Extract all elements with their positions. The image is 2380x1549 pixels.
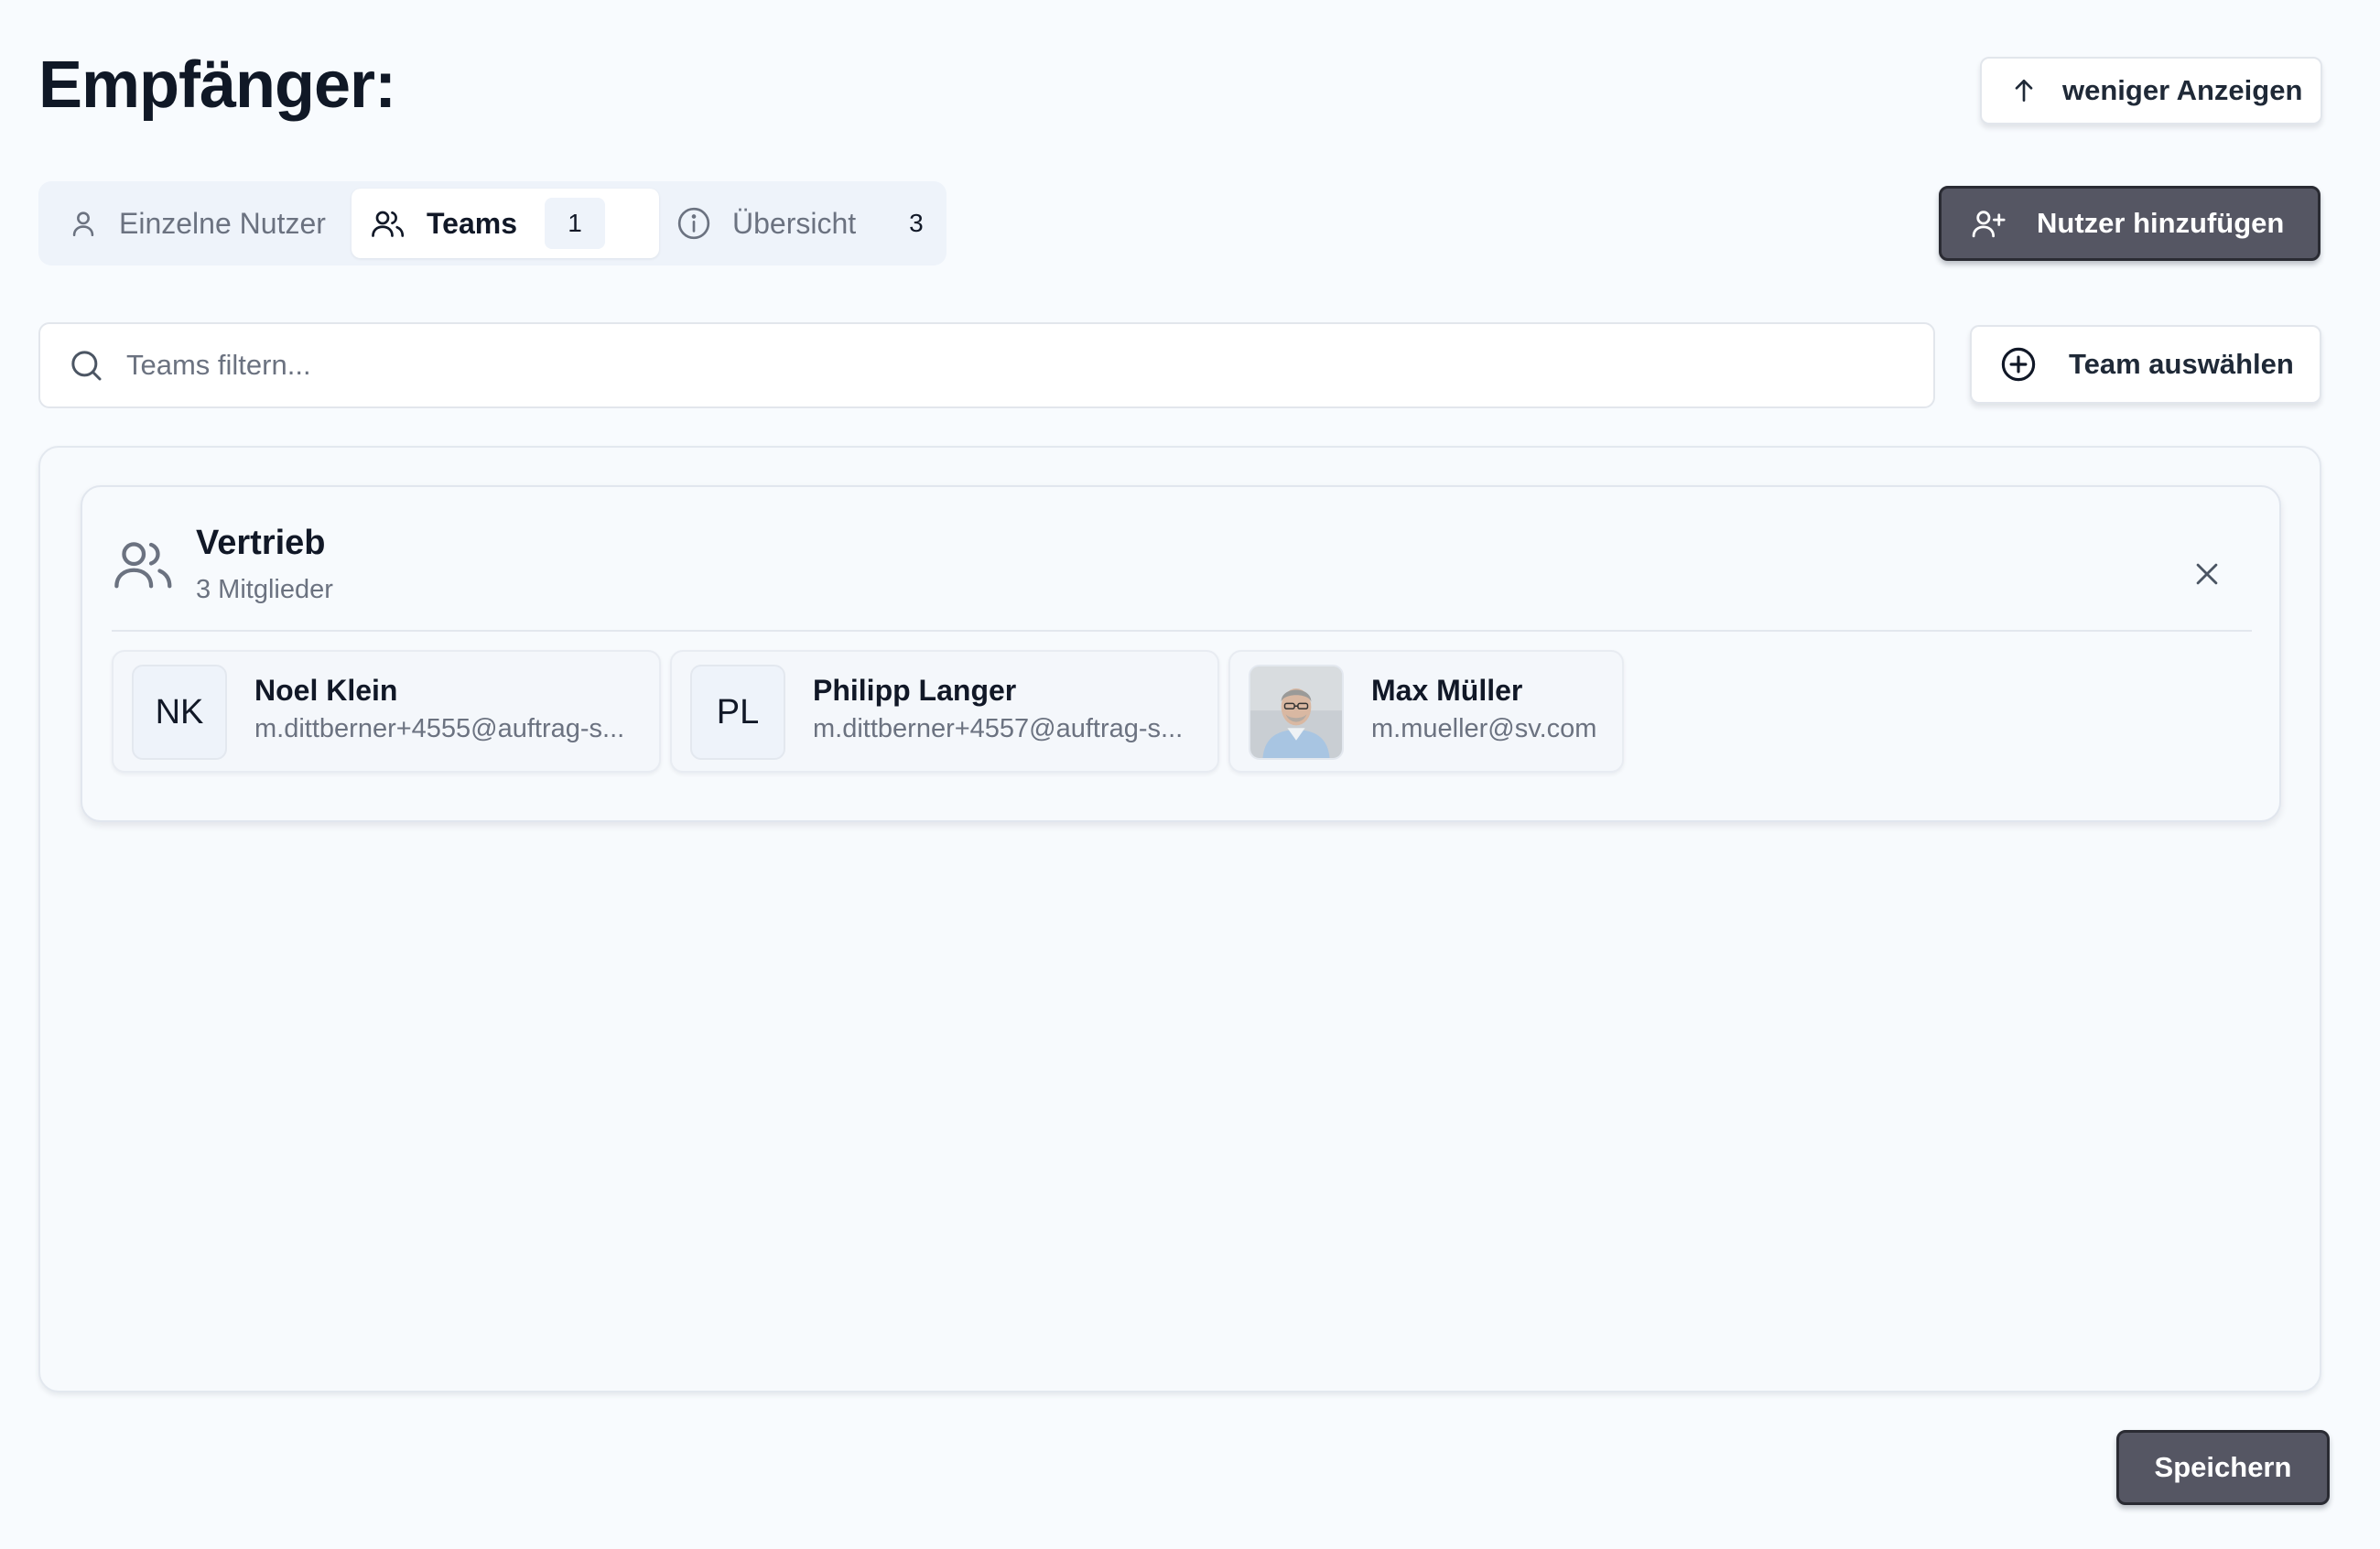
show-less-button[interactable]: weniger Anzeigen bbox=[1980, 57, 2322, 125]
divider bbox=[112, 630, 2252, 632]
teams-count-badge: 1 bbox=[545, 198, 606, 249]
user-plus-icon bbox=[1971, 206, 2007, 241]
recipient-tabs: Einzelne Nutzer Teams 1 Übersicht 3 bbox=[38, 181, 947, 265]
avatar: PL bbox=[690, 665, 785, 760]
add-user-button[interactable]: Nutzer hinzufügen bbox=[1939, 186, 2320, 261]
member-name: Philipp Langer bbox=[813, 674, 1017, 707]
tab-einzelne-nutzer[interactable]: Einzelne Nutzer bbox=[68, 189, 326, 258]
team-member-count: 3 Mitglieder bbox=[196, 575, 333, 604]
tab-uebersicht[interactable]: Übersicht 3 bbox=[676, 189, 924, 258]
show-less-label: weniger Anzeigen bbox=[2062, 74, 2303, 106]
member-email: m.dittberner+4555@auftrag-s... bbox=[254, 714, 625, 743]
users-icon bbox=[370, 207, 406, 240]
add-user-label: Nutzer hinzufügen bbox=[2037, 207, 2285, 239]
users-icon bbox=[112, 533, 176, 600]
team-filter-field[interactable] bbox=[38, 322, 1935, 408]
save-button[interactable]: Speichern bbox=[2116, 1430, 2330, 1505]
save-label: Speichern bbox=[2154, 1451, 2292, 1483]
member-email: m.mueller@sv.com bbox=[1371, 714, 1597, 743]
member-card: PL Philipp Langer m.dittberner+4557@auft… bbox=[670, 650, 1219, 773]
team-card: Vertrieb 3 Mitglieder NK Noel Klein m.di… bbox=[81, 485, 2281, 822]
page-title: Empfänger: bbox=[38, 49, 396, 122]
tab-teams[interactable]: Teams 1 bbox=[352, 189, 659, 258]
search-icon bbox=[68, 347, 104, 384]
user-icon bbox=[68, 208, 99, 239]
overview-count: 3 bbox=[909, 209, 924, 237]
select-team-label: Team auswählen bbox=[2069, 348, 2294, 380]
avatar-photo bbox=[1249, 665, 1344, 760]
member-name: Max Müller bbox=[1371, 674, 1523, 707]
tab-label: Teams bbox=[427, 206, 518, 240]
close-icon bbox=[2196, 563, 2218, 585]
remove-team-button[interactable] bbox=[2191, 558, 2223, 590]
member-card: Max Müller m.mueller@sv.com bbox=[1228, 650, 1624, 773]
info-icon bbox=[676, 205, 712, 242]
select-team-button[interactable]: Team auswählen bbox=[1970, 325, 2321, 404]
recipients-page: Empfänger: weniger Anzeigen Einzelne Nut… bbox=[0, 0, 2380, 1549]
team-name: Vertrieb bbox=[196, 524, 326, 562]
arrow-up-icon bbox=[2009, 76, 2039, 105]
member-card: NK Noel Klein m.dittberner+4555@auftrag-… bbox=[112, 650, 661, 773]
member-email: m.dittberner+4557@auftrag-s... bbox=[813, 714, 1184, 743]
tab-label: Einzelne Nutzer bbox=[119, 206, 326, 240]
member-name: Noel Klein bbox=[254, 674, 398, 707]
team-filter-input[interactable] bbox=[126, 349, 1866, 382]
avatar: NK bbox=[132, 665, 227, 760]
tab-label: Übersicht bbox=[732, 206, 857, 240]
plus-circle-icon bbox=[1999, 345, 2038, 384]
